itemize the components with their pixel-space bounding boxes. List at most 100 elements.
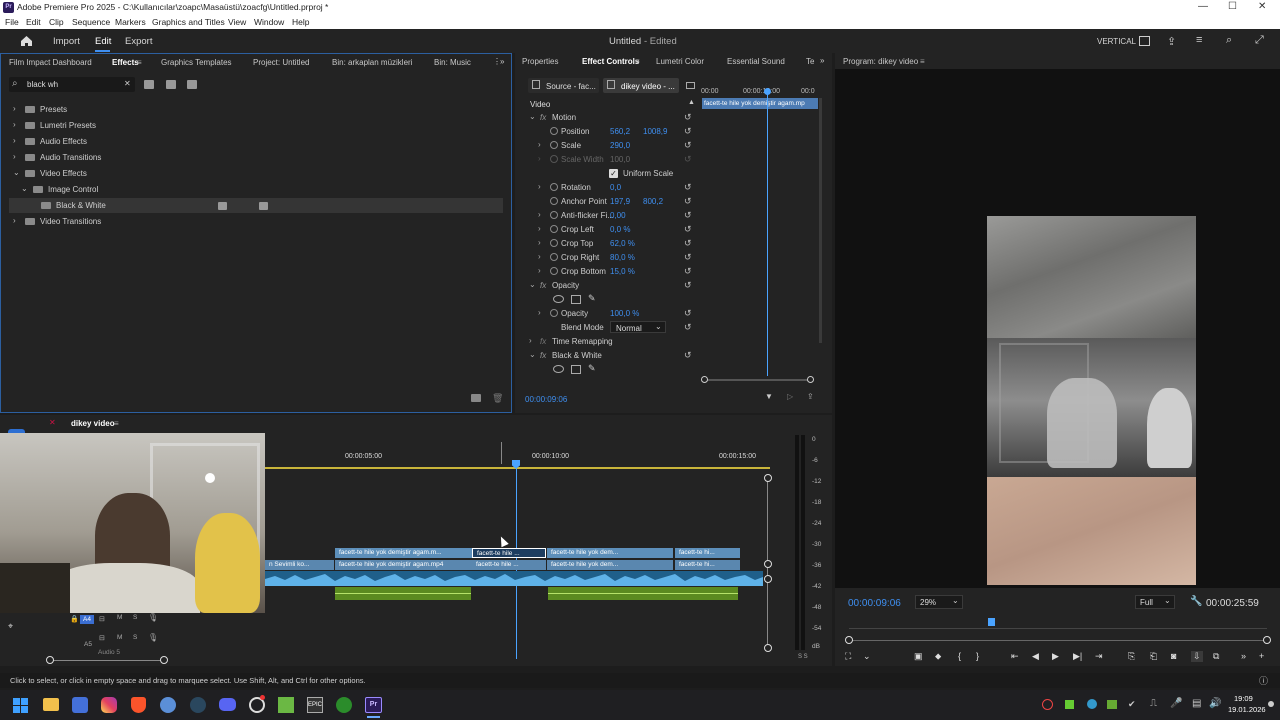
tree-item[interactable]: › Lumetri Presets — [1, 118, 501, 133]
menu-sequence[interactable]: Sequence — [72, 17, 110, 27]
wrench-icon[interactable]: 🔧 — [1190, 596, 1202, 607]
solo-button[interactable]: S — [133, 614, 137, 621]
reset-icon[interactable]: ↺ — [684, 112, 692, 123]
horizontal-zoom-bar[interactable] — [50, 660, 165, 661]
app-icon[interactable] — [160, 697, 176, 713]
rectangle-mask-icon[interactable] — [571, 365, 581, 374]
widgets-icon[interactable] — [72, 697, 88, 713]
info-icon[interactable]: ⓘ — [1259, 674, 1268, 687]
video-clip[interactable]: facett-te hile ... — [472, 560, 546, 570]
tray-icon[interactable]: ✔ — [1128, 699, 1136, 710]
ec-timecode[interactable]: 00:00:09:06 — [525, 395, 567, 404]
go-to-in-icon[interactable]: ⇤ — [1011, 651, 1019, 662]
volume-icon[interactable]: 🔊 — [1209, 698, 1221, 709]
tab-effect-controls[interactable]: Effect Controls — [582, 57, 639, 66]
go-to-out-icon[interactable]: ⇥ — [1095, 651, 1103, 662]
chevron-right-icon[interactable]: » — [500, 57, 504, 66]
stopwatch-icon[interactable] — [550, 183, 558, 191]
video-clip[interactable]: facett-te hile yok dem... — [547, 548, 673, 558]
chevron-right-icon[interactable]: › — [13, 216, 16, 225]
fx-icon[interactable]: fx — [540, 113, 546, 122]
play-audio-icon[interactable]: ▷ — [787, 392, 793, 401]
brave-browser-icon[interactable] — [131, 697, 146, 713]
uniform-scale-checkbox[interactable]: ✓ — [609, 169, 618, 178]
close-button[interactable]: ✕ — [1258, 1, 1266, 12]
tree-item[interactable]: Black & White — [9, 198, 503, 213]
tree-item[interactable]: › Video Transitions — [1, 214, 501, 229]
reset-icon[interactable]: ↺ — [684, 350, 692, 361]
collapse-up-icon[interactable]: ▲ — [688, 99, 695, 106]
chevron-right-icon[interactable]: › — [538, 140, 541, 149]
toggle-timeline-icon[interactable] — [686, 82, 695, 89]
ec-zoom-handle-right[interactable] — [807, 376, 814, 383]
ec-playhead[interactable] — [767, 89, 768, 376]
network-icon[interactable]: ▤ — [1192, 698, 1201, 709]
instagram-icon[interactable] — [101, 697, 117, 713]
premiere-taskbar-icon[interactable]: Pr — [365, 697, 382, 713]
menu-view[interactable]: View — [228, 17, 246, 27]
filter-icon[interactable]: ▼ — [765, 392, 773, 401]
tree-item[interactable]: › Audio Transitions — [1, 150, 501, 165]
opacity-value[interactable]: 100,0 % — [610, 309, 639, 318]
reset-icon[interactable]: ↺ — [684, 322, 692, 333]
discord-icon[interactable] — [219, 698, 236, 711]
mute-button[interactable]: M — [117, 634, 122, 641]
track-targeting-icon[interactable]: ⌖ — [8, 621, 13, 632]
menu-file[interactable]: File — [5, 17, 19, 27]
tab-essential-sound[interactable]: Essential Sound — [727, 57, 785, 66]
pen-mask-icon[interactable]: ✎ — [588, 293, 596, 304]
expand-chevron-icon[interactable]: ⌄ — [529, 112, 536, 121]
chevron-down-icon[interactable]: ⌄ — [21, 184, 28, 193]
tab-import[interactable]: Import — [53, 36, 80, 47]
track-a5-label[interactable]: A5 — [84, 641, 92, 648]
tree-item[interactable]: ⌄ Image Control — [1, 182, 501, 197]
windows-start-icon[interactable] — [13, 698, 28, 713]
stopwatch-icon[interactable] — [550, 309, 558, 317]
insert-icon[interactable]: ▣ — [914, 651, 923, 662]
file-explorer-icon[interactable] — [43, 698, 59, 711]
add-marker-icon[interactable]: ⬥ — [935, 651, 941, 662]
anchor-y[interactable]: 800,2 — [643, 197, 663, 206]
tab-sequence[interactable]: dikey video — [71, 419, 115, 428]
expand-chevron-icon[interactable]: ⌄ — [529, 280, 536, 289]
vscroll-handle[interactable] — [764, 644, 772, 652]
stopwatch-icon[interactable] — [550, 127, 558, 135]
minimize-button[interactable]: — — [1198, 1, 1208, 12]
source-tab[interactable]: Source - fac... — [528, 78, 599, 93]
layout-label[interactable]: VERTICAL — [1097, 37, 1136, 46]
chevron-down-icon[interactable]: ⌄ — [863, 651, 871, 662]
sequence-clip-tab[interactable]: dikey video - ... — [603, 78, 679, 93]
reset-icon[interactable]: ↺ — [684, 196, 692, 207]
tree-item[interactable]: › Audio Effects — [1, 134, 501, 149]
more-controls-icon[interactable]: » — [1241, 651, 1246, 661]
pen-mask-icon[interactable]: ✎ — [588, 363, 596, 374]
chevron-right-icon[interactable]: › — [538, 182, 541, 191]
hzoom-handle-right[interactable] — [160, 656, 168, 664]
menu-graphics[interactable]: Graphics and Titles — [152, 17, 225, 27]
expand-chevron-icon[interactable]: ⌄ — [529, 350, 536, 359]
fx-icon[interactable]: fx — [540, 281, 546, 290]
multicam-icon[interactable]: ⧉ — [1213, 651, 1219, 662]
tab-film-impact[interactable]: Film Impact Dashboard — [9, 58, 92, 67]
usb-icon[interactable]: ⎍ — [1150, 698, 1157, 709]
maximize-button[interactable]: ☐ — [1228, 1, 1237, 12]
clear-search-icon[interactable]: ✕ — [124, 79, 131, 88]
tab-properties[interactable]: Properties — [522, 57, 558, 66]
menu-clip[interactable]: Clip — [49, 17, 64, 27]
video-clip[interactable]: facett-te hile yok demiştir agam.mp4 — [335, 560, 472, 570]
sync-lock-icon[interactable]: ⊟ — [99, 634, 105, 642]
tab-bin-music[interactable]: Bin: Music — [434, 58, 471, 67]
video-clip[interactable]: facett-te hile yok dem... — [547, 560, 673, 570]
mic-icon[interactable]: 🎙 — [148, 633, 158, 642]
reset-icon[interactable]: ↺ — [684, 224, 692, 235]
chevron-right-icon[interactable]: › — [13, 104, 16, 113]
fx-icon[interactable]: fx — [540, 351, 546, 360]
hzoom-handle-left[interactable] — [46, 656, 54, 664]
tab-project[interactable]: Project: Untitled — [253, 58, 309, 67]
yuv-effects-icon[interactable] — [187, 80, 197, 89]
fullscreen-icon[interactable]: ⤢ — [1255, 34, 1264, 47]
step-back-icon[interactable]: ◀ — [1032, 651, 1039, 662]
stopwatch-icon[interactable] — [550, 141, 558, 149]
xbox-icon[interactable] — [336, 697, 352, 713]
scale-value[interactable]: 290,0 — [610, 141, 630, 150]
